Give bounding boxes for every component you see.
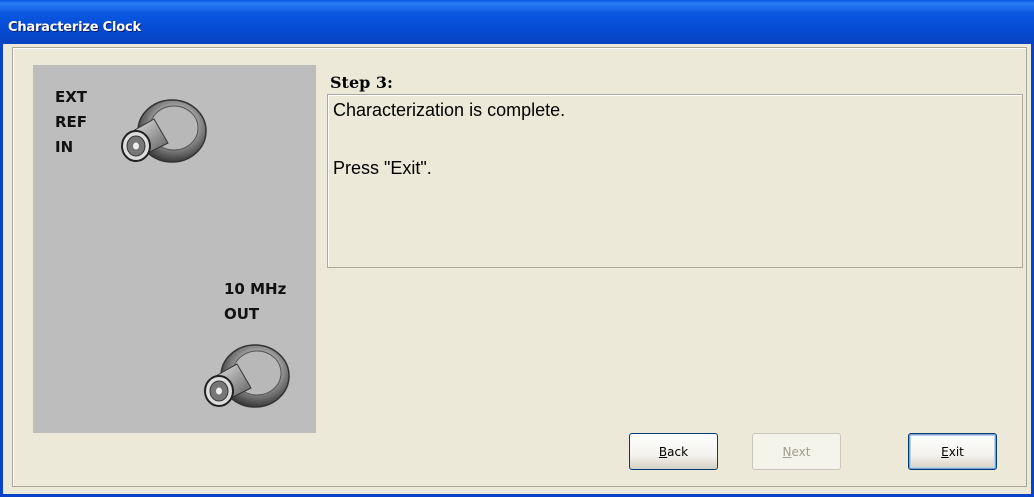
back-button-label: ack (667, 444, 689, 459)
exit-button-label: xit (948, 444, 964, 459)
ext-ref-in-label: EXT REF IN (55, 88, 88, 156)
title-bar[interactable]: Characterize Clock (0, 0, 1034, 44)
back-button[interactable]: Back (629, 433, 718, 470)
step-title: Step 3: (330, 73, 393, 92)
instruction-line-press-exit: Press "Exit". (333, 158, 432, 178)
connector-panel: EXT REF IN 10 MHz OUT (33, 65, 316, 433)
window-title: Characterize Clock (8, 20, 141, 35)
next-button[interactable]: Next (752, 433, 841, 470)
bnc-connector-icon (121, 99, 207, 163)
next-button-label: ext (791, 444, 811, 459)
exit-button-mnemonic: E (941, 444, 949, 459)
instruction-line-complete: Characterization is complete. (333, 100, 566, 120)
instructions-box: Characterization is complete. Press "Exi… (327, 94, 1023, 268)
exit-button[interactable]: Exit (908, 433, 997, 470)
back-button-mnemonic: B (658, 444, 668, 459)
next-button-mnemonic: N (782, 444, 792, 459)
bnc-connector-icon (204, 344, 290, 408)
ten-mhz-out-label: 10 MHz OUT (224, 280, 287, 323)
